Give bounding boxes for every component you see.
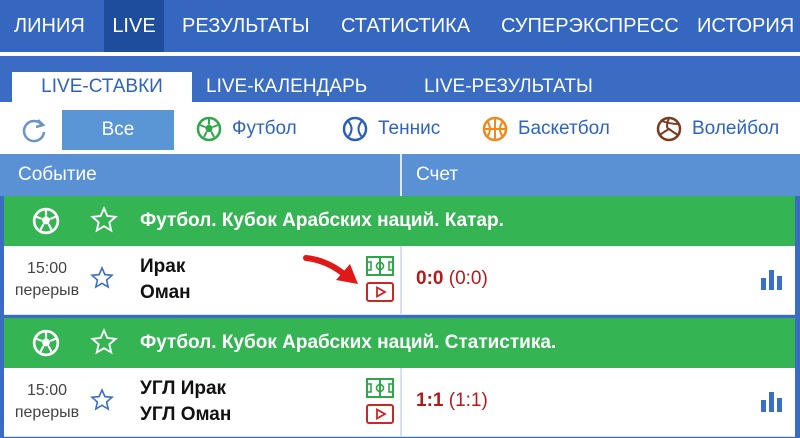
nav-item-superexpress[interactable]: СУПЕРЭКСПРЕСС [501,0,679,52]
all-sports-button[interactable]: Все [62,110,174,150]
soccer-ball-icon [32,329,60,357]
league-row[interactable]: Футбол. Кубок Арабских наций. Катар. [4,196,795,246]
column-event: Событие [18,164,97,185]
team-away: Оман [140,282,191,303]
event-status: перерыв [14,282,80,299]
column-header: Событие Счет [0,154,800,196]
tennis-ball-icon [342,116,368,142]
event-time: 15:00 перерыв [4,258,90,302]
tab-live-bets[interactable]: LIVE-СТАВКИ [12,72,192,102]
tab-live-calendar[interactable]: LIVE-КАЛЕНДАРЬ [206,72,367,102]
event-start-time: 15:00 [26,382,68,399]
column-score: Счет [416,164,459,185]
sub-tabs: LIVE-СТАВКИ LIVE-КАЛЕНДАРЬ LIVE-РЕЗУЛЬТА… [0,56,800,102]
nav-item-results[interactable]: РЕЗУЛЬТАТЫ [182,0,310,52]
nav-item-statistics[interactable]: СТАТИСТИКА [341,0,470,52]
video-stream-icon[interactable] [366,282,394,302]
basketball-icon [482,116,508,142]
league-title: Футбол. Кубок Арабских наций. Статистика… [140,332,557,353]
league-title: Футбол. Кубок Арабских наций. Катар. [140,210,504,231]
event-score: 1:1 (1:1) [416,390,488,412]
event-time: 15:00 перерыв [4,380,90,424]
top-navigation: ЛИНИЯ LIVE РЕЗУЛЬТАТЫ СТАТИСТИКА СУПЕРЭК… [0,0,800,56]
nav-item-history[interactable]: ИСТОРИЯ [697,0,794,52]
sport-filter-label: Футбол [232,118,297,139]
score-current: 1:1 [416,390,444,411]
sport-filter-label: Теннис [378,118,441,139]
event-teams: УГЛ Ирак УГЛ Оман [140,376,231,428]
sport-filter-label: Волейбол [692,118,780,139]
refresh-icon[interactable] [20,116,48,144]
event-row[interactable]: 15:00 перерыв Ирак Оман 0:0 (0:0) [4,246,795,315]
event-teams: Ирак Оман [140,254,191,306]
favorite-star-icon[interactable] [90,388,114,412]
nav-item-line[interactable]: ЛИНИЯ [14,0,85,52]
video-stream-icon[interactable] [366,404,394,424]
team-home: УГЛ Ирак [140,378,227,399]
statistics-icon[interactable] [760,390,784,412]
score-current: 0:0 [416,268,444,289]
match-field-icon[interactable] [366,256,394,276]
favorite-star-icon[interactable] [90,266,114,290]
match-field-icon[interactable] [366,378,394,398]
league-row[interactable]: Футбол. Кубок Арабских наций. Статистика… [4,318,795,368]
sport-filter-label: Баскетбол [518,118,610,139]
annotation-arrow-icon [303,255,358,284]
event-column-divider [400,368,402,436]
event-column-divider [400,246,402,314]
event-start-time: 15:00 [26,260,68,277]
favorite-star-icon[interactable] [90,206,118,234]
sport-filter-bar: Все Футбол Теннис Баскетбол Волейбол [0,102,800,154]
event-status: перерыв [14,404,80,421]
nav-item-live[interactable]: LIVE [104,0,164,52]
score-half: (0:0) [448,268,488,289]
team-away: УГЛ Оман [140,404,232,425]
event-score: 0:0 (0:0) [416,268,488,290]
favorite-star-icon[interactable] [90,328,118,356]
tab-live-results[interactable]: LIVE-РЕЗУЛЬТАТЫ [424,72,593,102]
score-half: (1:1) [448,390,488,411]
column-divider [400,154,402,196]
statistics-icon[interactable] [760,268,784,290]
event-row[interactable]: 15:00 перерыв УГЛ Ирак УГЛ Оман 1:1 (1:1… [4,368,795,437]
team-home: Ирак [140,256,186,277]
soccer-ball-icon [196,116,222,142]
volleyball-icon [656,116,682,142]
soccer-ball-icon [32,207,60,235]
